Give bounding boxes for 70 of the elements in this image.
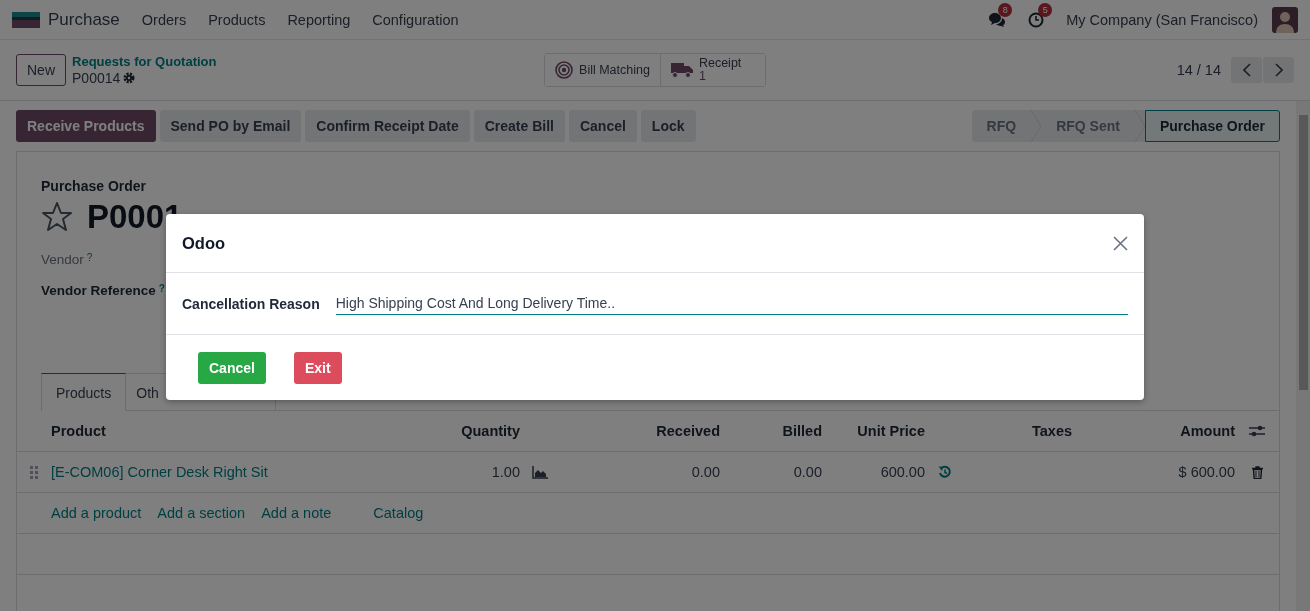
action-button[interactable]: Lock — [640, 110, 696, 142]
table-cell-text: 1.00 — [490, 464, 520, 480]
dialog-title: Odoo — [182, 233, 226, 253]
area-chart-icon[interactable] — [532, 465, 548, 479]
company-switcher[interactable]: My Company (San Francisco) — [1066, 11, 1258, 28]
column-header[interactable]: Taxes — [965, 423, 1122, 439]
action-button[interactable]: Confirm Receipt Date — [305, 110, 470, 142]
chevron-left-icon — [1242, 63, 1251, 77]
action-button[interactable]: Send PO by Email — [159, 110, 302, 142]
gear-icon[interactable] — [123, 72, 136, 84]
confirm-button[interactable]: Cancel — [198, 351, 266, 384]
previous-button[interactable] — [1231, 57, 1262, 83]
chat-icon[interactable] — [988, 11, 1007, 28]
drag-handle-icon[interactable] — [30, 465, 38, 479]
menu-item[interactable]: Products — [208, 11, 266, 28]
field-label: Vendor — [41, 252, 84, 267]
notification-badge: 8 — [998, 2, 1013, 17]
action-button[interactable]: Receive Products — [16, 110, 156, 142]
table-cell-text: 0.00 — [690, 464, 720, 480]
user-avatar-icon[interactable] — [1272, 6, 1298, 33]
next-button[interactable] — [1263, 57, 1294, 83]
column-header[interactable]: Amount — [1122, 423, 1235, 439]
pager-value: 14 / 14 — [1176, 62, 1221, 78]
field-label: Cancellation Reason — [182, 295, 320, 312]
chevron-divider-icon — [1134, 110, 1145, 142]
add-line-link[interactable]: Add a product — [51, 505, 142, 521]
trash-icon[interactable] — [1251, 465, 1263, 479]
scrollbar[interactable] — [1296, 101, 1310, 611]
action-button[interactable]: Cancel — [568, 110, 637, 142]
status-stage[interactable]: RFQ Sent — [1041, 110, 1135, 142]
add-line-link[interactable]: Add a note — [261, 505, 332, 521]
table-cell-text: 0.00 — [792, 464, 822, 480]
close-icon — [1113, 235, 1128, 251]
status-stage[interactable]: RFQ — [971, 110, 1032, 142]
form-type-label: Purchase Order — [41, 178, 148, 194]
table-cell-text: $ 600.00 — [1177, 464, 1235, 480]
menu-item[interactable]: Orders — [141, 11, 187, 28]
app-name[interactable]: Purchase — [48, 9, 120, 30]
star-icon[interactable] — [41, 201, 73, 233]
history-icon[interactable] — [938, 465, 952, 479]
exit-button[interactable]: Exit — [293, 351, 342, 384]
sliders-icon[interactable] — [1249, 424, 1265, 438]
add-line-link[interactable]: Catalog — [373, 505, 424, 521]
menu-item[interactable]: Reporting — [287, 11, 351, 28]
status-stage[interactable]: Purchase Order — [1144, 110, 1280, 142]
column-header[interactable]: Billed — [720, 423, 822, 439]
clock-icon[interactable] — [1028, 11, 1045, 28]
help-tooltip-icon[interactable]: ? — [158, 283, 165, 294]
help-tooltip-icon[interactable]: ? — [86, 252, 93, 263]
menu-item[interactable]: Configuration — [372, 11, 459, 28]
column-header[interactable]: Quantity — [393, 423, 520, 439]
add-line-link[interactable]: Add a section — [157, 505, 246, 521]
close-button[interactable] — [1113, 235, 1128, 251]
app-logo-icon — [12, 11, 40, 28]
target-icon — [555, 61, 574, 79]
column-header[interactable]: Unit Price — [822, 423, 925, 439]
column-header[interactable]: Received — [560, 423, 720, 439]
record-name: P00014 — [72, 70, 121, 86]
field-label: Vendor Reference — [41, 283, 156, 298]
column-header[interactable]: Product — [51, 423, 393, 439]
breadcrumb-link[interactable]: Requests for Quotation — [72, 54, 217, 70]
product-link[interactable]: [E-COM06] Corner Desk Right Sit — [51, 464, 393, 480]
chevron-right-icon — [1274, 63, 1283, 77]
action-button[interactable]: Create Bill — [473, 110, 565, 142]
smart-button[interactable]: Receipt 1 — [659, 54, 765, 86]
notification-badge: 5 — [1038, 2, 1053, 17]
truck-icon — [670, 62, 693, 78]
new-button[interactable]: New — [16, 54, 66, 86]
notebook-tab[interactable]: Products — [41, 373, 127, 411]
table-cell-text: 600.00 — [879, 464, 925, 480]
